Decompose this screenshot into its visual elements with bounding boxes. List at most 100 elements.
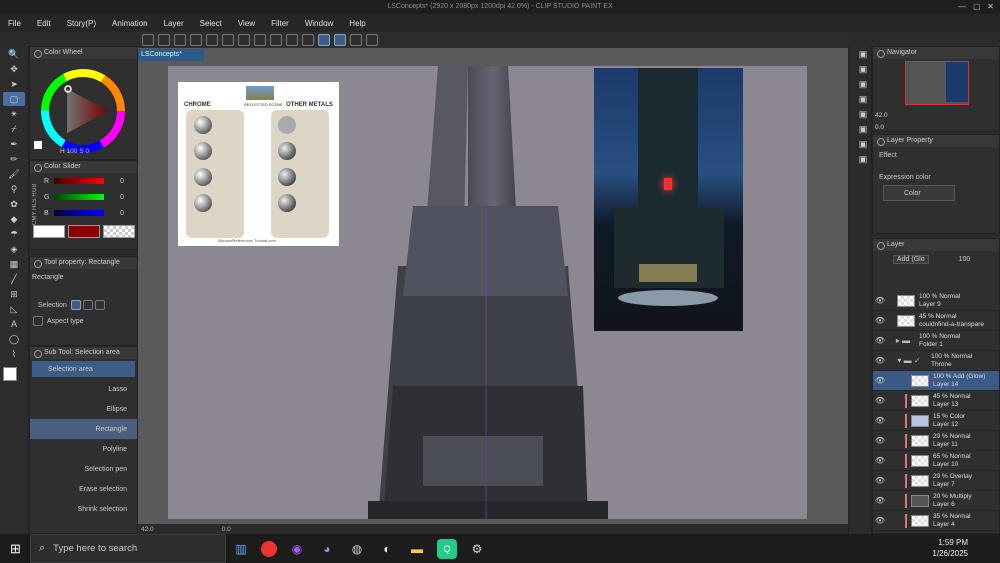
main-color-swatch[interactable] xyxy=(3,367,17,381)
auto-select-tool-icon[interactable]: ✴ xyxy=(3,107,25,121)
rgb-tab[interactable]: RGB xyxy=(32,184,38,197)
settings-gear-icon[interactable]: ⚙ xyxy=(467,539,487,559)
system-clock[interactable]: 1:59 PM 1/26/2025 xyxy=(932,537,968,559)
menu-story[interactable]: Story(P) xyxy=(59,19,104,28)
pencil-tool-icon[interactable]: ✏ xyxy=(3,152,25,166)
folder-row[interactable]: 👁 ▾ ▬ ✓ 100 % Normal Throne xyxy=(873,351,999,371)
navigator-angle[interactable]: 0.0 xyxy=(875,124,884,131)
layer-row[interactable]: 👁 20 % Multiply Layer 6 xyxy=(873,491,999,511)
material-icon-4[interactable]: ▣ xyxy=(852,92,874,106)
sub-tool-lasso[interactable]: Lasso xyxy=(30,379,137,399)
chrome-icon[interactable] xyxy=(261,540,277,557)
blend-mode-select[interactable]: Add (Glo xyxy=(893,254,929,264)
blue-slider[interactable] xyxy=(54,210,104,216)
eye-icon[interactable]: 👁 xyxy=(873,436,887,445)
cmy-tab[interactable]: CMY xyxy=(32,212,38,225)
search-placeholder[interactable]: Type here to search xyxy=(53,543,137,554)
blue-slider-row[interactable]: B 0 xyxy=(44,205,137,221)
sub-tool-erase-selection[interactable]: Erase selection xyxy=(30,479,137,499)
zoom-tool-icon[interactable]: 🔍 xyxy=(3,47,25,61)
sub-tool-polyline[interactable]: Polyline xyxy=(30,439,137,459)
menu-window[interactable]: Window xyxy=(297,19,341,28)
aspect-checkbox[interactable] xyxy=(33,316,43,326)
brush-tool-icon[interactable]: 🖌 xyxy=(3,167,25,181)
folder-row[interactable]: 👁 ▸ ▬ 100 % Normal Folder 1 xyxy=(873,331,999,351)
settings-icon[interactable] xyxy=(366,34,378,46)
green-slider-row[interactable]: G 0 xyxy=(44,189,137,205)
zoom-readout[interactable]: 42.0 xyxy=(141,526,154,533)
clip-studio-icon[interactable]: ◐ xyxy=(377,539,397,559)
red-slider[interactable] xyxy=(54,178,104,184)
eye-icon[interactable]: 👁 xyxy=(873,496,887,505)
layer-row[interactable]: 👁 20 % Overlay Layer 7 xyxy=(873,471,999,491)
eraser-tool-icon[interactable]: ◆ xyxy=(3,212,25,226)
fill-icon[interactable] xyxy=(238,34,250,46)
material-icon-6[interactable]: ▣ xyxy=(852,122,874,136)
task-view-icon[interactable]: ▥ xyxy=(231,539,251,559)
menu-edit[interactable]: Edit xyxy=(29,19,59,28)
material-icon-7[interactable]: ▣ xyxy=(852,137,874,151)
eye-icon[interactable]: 👁 xyxy=(873,336,887,345)
color-indicator[interactable] xyxy=(0,365,28,395)
redo-icon[interactable] xyxy=(206,34,218,46)
eye-icon[interactable]: 👁 xyxy=(873,516,887,525)
clear-icon[interactable] xyxy=(222,34,234,46)
navigator-angle-row[interactable]: 0.0 xyxy=(875,119,884,135)
save-icon[interactable] xyxy=(174,34,186,46)
discord-icon[interactable]: ◕ xyxy=(317,539,337,559)
balloon-tool-icon[interactable]: ◯ xyxy=(3,332,25,346)
color-mode-tabs[interactable]: CMY HLS RGB xyxy=(32,175,42,225)
text-tool-icon[interactable]: A xyxy=(3,317,25,331)
menu-layer[interactable]: Layer xyxy=(156,19,192,28)
material-icon-2[interactable]: ▣ xyxy=(852,62,874,76)
red-value[interactable]: 0 xyxy=(120,178,124,185)
navigator-zoom[interactable]: 42.0 xyxy=(875,112,888,119)
menu-view[interactable]: View xyxy=(230,19,263,28)
undo-icon[interactable] xyxy=(190,34,202,46)
layer-row[interactable]: 👁 45 % Normal Layer 13 xyxy=(873,391,999,411)
sub-tool-group-selection[interactable]: Selection area xyxy=(32,361,135,377)
open-file-icon[interactable] xyxy=(158,34,170,46)
gradient-tool-icon[interactable]: ▦ xyxy=(3,257,25,271)
blend-tool-icon[interactable]: ☂ xyxy=(3,227,25,241)
show-selection-icon[interactable] xyxy=(302,34,314,46)
new-file-icon[interactable] xyxy=(142,34,154,46)
eye-icon[interactable]: 👁 xyxy=(873,416,887,425)
layer-row[interactable]: 👁 35 % Normal Layer 4 xyxy=(873,511,999,531)
sub-tool-shrink-selection[interactable]: Shrink selection xyxy=(30,499,137,519)
transparent-swatch[interactable] xyxy=(103,225,135,238)
green-slider[interactable] xyxy=(54,194,104,200)
menu-animation[interactable]: Animation xyxy=(104,19,156,28)
ruler-tool-icon[interactable]: ◺ xyxy=(3,302,25,316)
layer-row-selected[interactable]: 👁 100 % Add (Glow) Layer 14 xyxy=(873,371,999,391)
subtract-selection-icon[interactable] xyxy=(94,300,105,310)
figure-tool-icon[interactable]: ╱ xyxy=(3,272,25,286)
invert-selection-icon[interactable] xyxy=(286,34,298,46)
windows-start-icon[interactable]: ⊞ xyxy=(10,541,21,557)
qt-app-icon[interactable]: Q xyxy=(437,538,457,559)
document-tab[interactable]: LSConcepts* xyxy=(138,49,204,61)
material-icon-5[interactable]: ▣ xyxy=(852,107,874,121)
hls-tab[interactable]: HLS xyxy=(32,198,38,210)
snap-grid-icon[interactable] xyxy=(350,34,362,46)
layer-row[interactable]: 👁 45 % Normal couldnfind-a-transpare xyxy=(873,311,999,331)
menu-select[interactable]: Select xyxy=(192,19,230,28)
deselect-icon[interactable] xyxy=(270,34,282,46)
eye-icon[interactable]: 👁 xyxy=(873,316,887,325)
steam-icon[interactable]: ◍ xyxy=(347,539,367,559)
selection-tool-icon[interactable]: ▢ xyxy=(3,92,25,106)
white-swatch[interactable] xyxy=(33,225,65,238)
expression-color-select[interactable]: Color xyxy=(883,185,955,201)
fill-tool-icon[interactable]: ◈ xyxy=(3,242,25,256)
new-selection-icon[interactable] xyxy=(70,300,81,310)
blue-value[interactable]: 0 xyxy=(120,210,124,217)
material-icon-3[interactable]: ▣ xyxy=(852,77,874,91)
operation-tool-icon[interactable]: ➤ xyxy=(3,77,25,91)
layer-row[interactable]: 👁 100 % Normal Layer 9 xyxy=(873,291,999,311)
layer-row[interactable]: 👁 20 % Normal Layer 11 xyxy=(873,431,999,451)
green-value[interactable]: 0 xyxy=(120,194,124,201)
rotation-readout[interactable]: 0.0 xyxy=(222,526,231,533)
opacity-value[interactable]: 100 xyxy=(959,256,971,263)
frame-tool-icon[interactable]: ⊞ xyxy=(3,287,25,301)
sub-tool-ellipse[interactable]: Ellipse xyxy=(30,399,137,419)
